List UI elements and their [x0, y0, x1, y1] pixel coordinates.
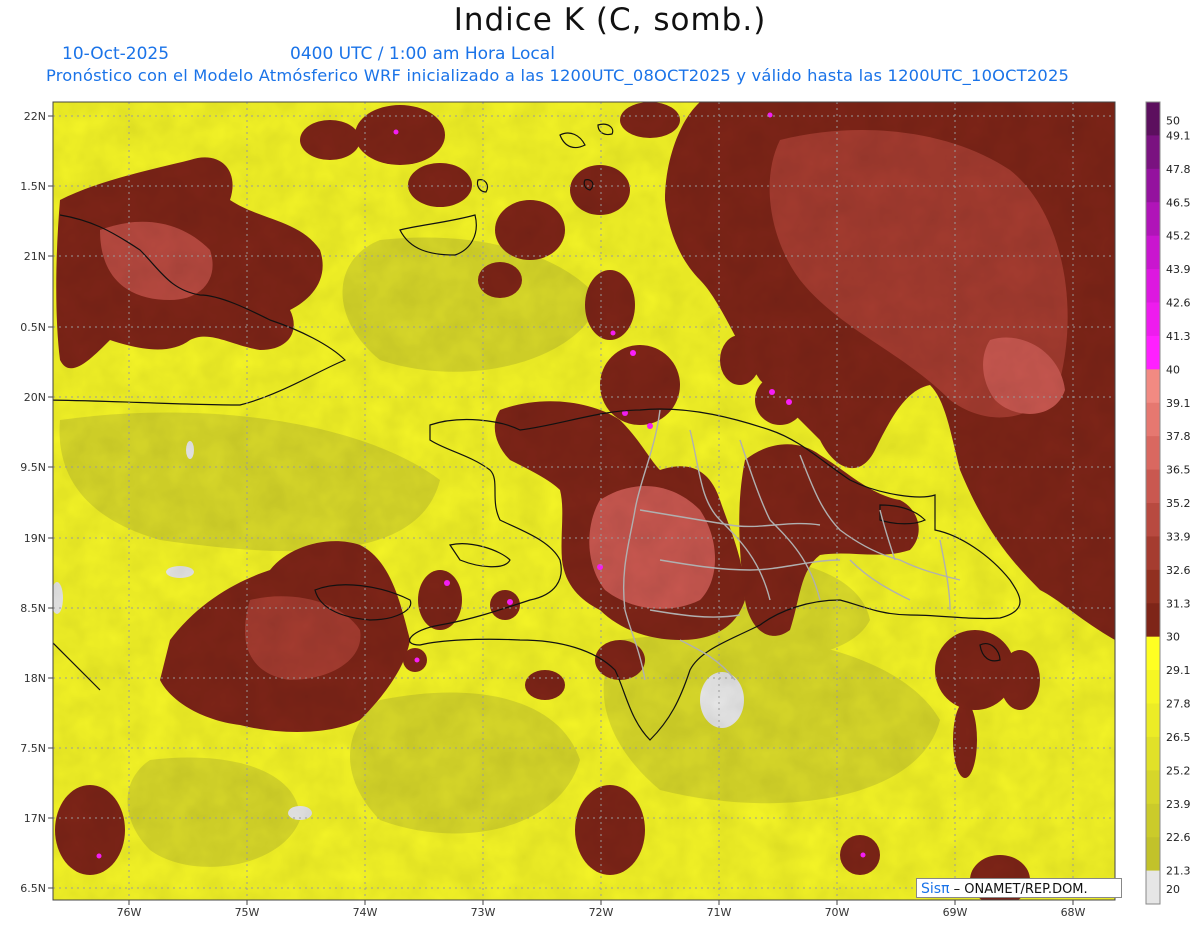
legend-swatch — [1146, 736, 1160, 771]
legend-swatch — [1146, 269, 1160, 303]
legend-swatch — [1146, 335, 1160, 370]
legend-label: 27.8 — [1166, 698, 1191, 711]
lat-label: 9.5N — [20, 461, 46, 474]
lon-axis: 76W 75W 74W 73W 72W 71W 70W 69W 68W — [117, 906, 1086, 919]
lat-label: 6.5N — [20, 882, 46, 895]
legend-swatch — [1146, 536, 1160, 571]
legend-label: 49.1 — [1166, 129, 1191, 142]
lon-label: 69W — [943, 906, 968, 919]
legend-label: 47.8 — [1166, 163, 1191, 176]
legend-label: 37.8 — [1166, 430, 1191, 443]
lon-label: 75W — [235, 906, 260, 919]
legend-swatch — [1146, 302, 1160, 337]
lat-label: 0.5N — [20, 321, 46, 334]
legend-label: 30 — [1166, 631, 1180, 644]
lon-label: 71W — [707, 906, 732, 919]
lon-label: 70W — [825, 906, 850, 919]
lon-label: 72W — [589, 906, 614, 919]
lat-label: 22N — [24, 110, 46, 123]
lon-label: 74W — [353, 906, 378, 919]
legend-label: 39.1 — [1166, 397, 1191, 410]
legend-swatch — [1146, 870, 1160, 905]
credit-box: Sisπ – ONAMET/REP.DOM. — [916, 878, 1122, 898]
k-index-map: 22N 1.5N 21N 0.5N 20N 9.5N 19N 8.5N 18N … — [20, 101, 1191, 919]
legend-swatch — [1146, 569, 1160, 604]
legend-swatch — [1146, 636, 1160, 671]
legend-label: 21.3 — [1166, 865, 1191, 878]
legend-swatch — [1146, 469, 1160, 504]
legend-swatch — [1146, 202, 1160, 237]
legend-label: 25.2 — [1166, 764, 1191, 777]
legend-label: 31.3 — [1166, 597, 1191, 610]
legend-swatch — [1146, 135, 1160, 170]
legend-swatch — [1146, 102, 1160, 136]
credit-text: – ONAMET/REP.DOM. — [953, 882, 1088, 897]
legend-label: 32.6 — [1166, 564, 1191, 577]
legend-label: 43.9 — [1166, 263, 1191, 276]
lat-label: 21N — [24, 250, 46, 263]
lat-label: 7.5N — [20, 742, 46, 755]
legend-swatch — [1146, 436, 1160, 471]
lat-label: 1.5N — [20, 180, 46, 193]
legend-swatch — [1146, 603, 1160, 638]
lon-label: 68W — [1061, 906, 1086, 919]
lat-label: 20N — [24, 391, 46, 404]
lat-ticks — [48, 115, 53, 889]
legend-swatch — [1146, 235, 1160, 270]
legend-swatch — [1146, 402, 1160, 437]
legend-swatch — [1146, 837, 1160, 872]
lat-label: 19N — [24, 532, 46, 545]
lon-label: 76W — [117, 906, 142, 919]
lat-label: 8.5N — [20, 602, 46, 615]
legend-swatch — [1146, 803, 1160, 838]
legend-label: 23.9 — [1166, 798, 1191, 811]
legend-label: 45.2 — [1166, 230, 1191, 243]
legend-label: 41.3 — [1166, 330, 1191, 343]
legend-label: 29.1 — [1166, 664, 1191, 677]
legend-swatch — [1146, 703, 1160, 738]
lat-axis: 22N 1.5N 21N 0.5N 20N 9.5N 19N 8.5N 18N … — [20, 110, 46, 895]
lon-ticks — [128, 900, 1074, 905]
legend-label: 22.6 — [1166, 831, 1191, 844]
lon-label: 73W — [471, 906, 496, 919]
legend-swatch — [1146, 770, 1160, 805]
color-legend: 50 49.1 47.8 46.5 45.2 43.9 42.6 41.3 40 39.1 37.8… — [1145, 101, 1191, 905]
legend-swatch — [1146, 168, 1160, 203]
legend-label: 26.5 — [1166, 731, 1191, 744]
legend-label: 50 — [1166, 114, 1180, 127]
legend-label: 35.2 — [1166, 497, 1191, 510]
legend-label: 20 — [1166, 883, 1180, 896]
credit-brand: Sisπ — [921, 881, 950, 897]
legend-label: 42.6 — [1166, 297, 1191, 310]
lat-label: 17N — [24, 812, 46, 825]
legend-label: 33.9 — [1166, 530, 1191, 543]
legend-swatch — [1146, 670, 1160, 704]
legend-swatch — [1146, 503, 1160, 537]
legend-label: 46.5 — [1166, 196, 1191, 209]
map-field — [53, 102, 1115, 900]
legend-label: 40 — [1166, 363, 1180, 376]
lat-label: 18N — [24, 672, 46, 685]
legend-label: 36.5 — [1166, 464, 1191, 477]
field-texture — [53, 102, 1115, 900]
legend-swatch — [1146, 369, 1160, 404]
